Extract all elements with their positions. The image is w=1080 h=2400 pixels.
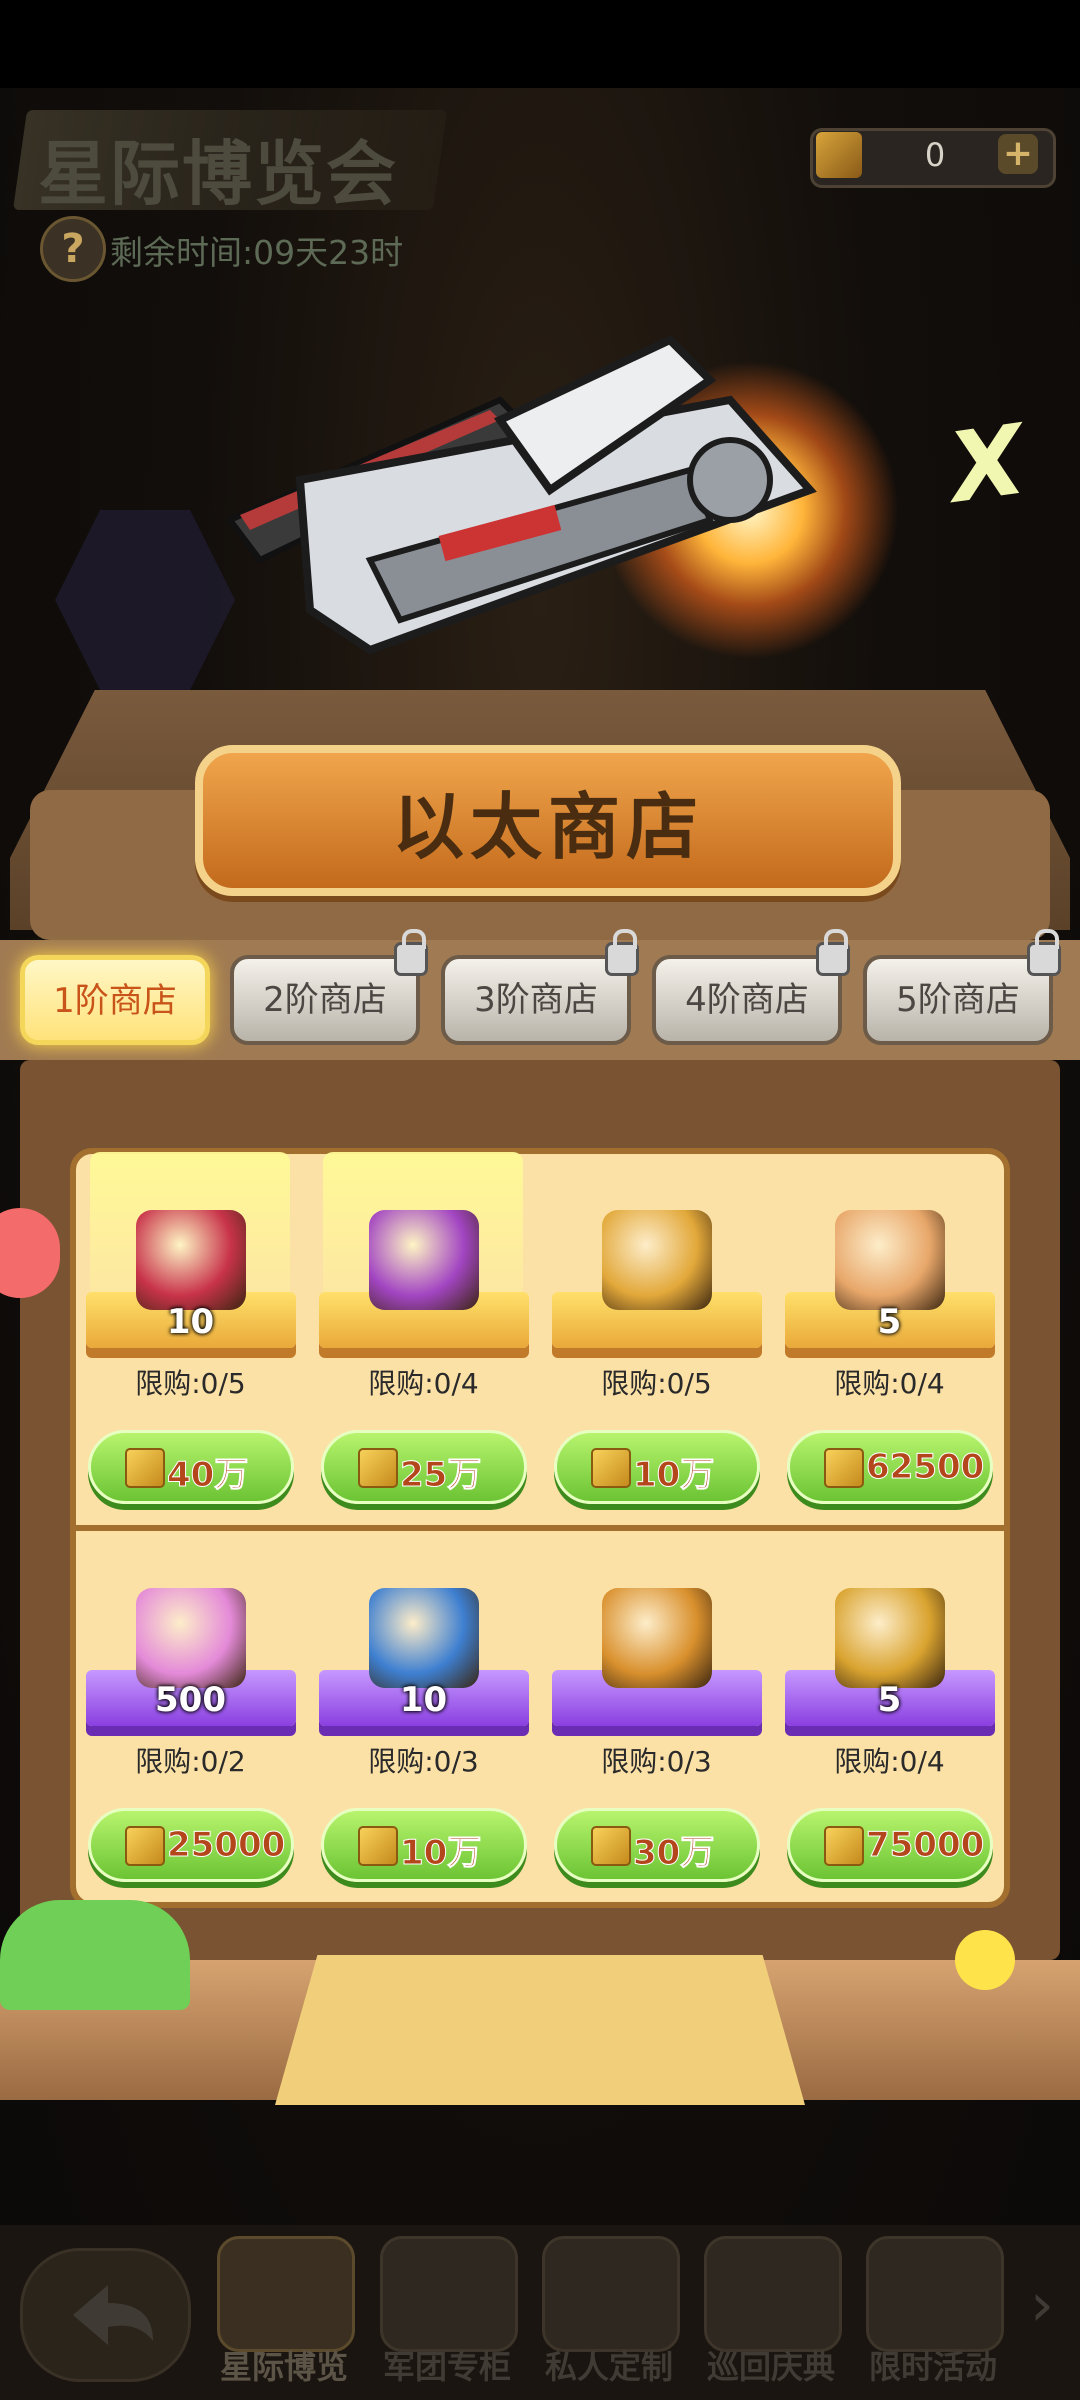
ether-cube-icon <box>125 1826 165 1866</box>
purchase-limit: 限购:0/3 <box>368 1745 479 1778</box>
puzzle-piece-icon <box>835 1210 945 1310</box>
nav-item-label[interactable]: 私人定制 <box>524 2342 694 2388</box>
laser-cannon-icon <box>225 335 817 655</box>
help-icon[interactable]: ? <box>40 216 106 282</box>
buy-button[interactable]: 40万 <box>88 1430 294 1504</box>
back-button[interactable] <box>20 2248 191 2382</box>
price-label: 40万 <box>166 1455 249 1496</box>
ether-cube-icon <box>591 1826 631 1866</box>
lock-icon <box>1027 929 1061 976</box>
buy-button[interactable]: 62500 <box>787 1430 993 1504</box>
buy-button[interactable]: 10万 <box>554 1430 760 1504</box>
price-label: 10万 <box>632 1455 715 1496</box>
chevron-right-icon[interactable]: › <box>1030 2270 1054 2340</box>
ether-cube-icon <box>358 1448 398 1488</box>
price-label: 10万 <box>399 1833 482 1874</box>
purchase-limit: 限购:0/2 <box>135 1745 246 1778</box>
nav-item-icon[interactable] <box>866 2236 1004 2352</box>
price-label: 75000 <box>865 1825 985 1866</box>
buy-button[interactable]: 10万 <box>321 1808 527 1882</box>
shop-item[interactable]: 限购:0/3 30万 <box>540 1530 773 1904</box>
status-bar <box>0 0 1080 88</box>
gift-bundle-icon <box>369 1210 479 1310</box>
item-quantity: 10 <box>166 1302 215 1342</box>
currency-value: 0 <box>924 136 946 174</box>
nav-item-label[interactable]: 限时活动 <box>848 2342 1018 2388</box>
ether-cube-icon <box>358 1826 398 1866</box>
shop-item[interactable]: 限购:0/4 25万 <box>307 1152 540 1526</box>
shop-item[interactable]: 10 限购:0/5 40万 <box>74 1152 307 1526</box>
purchase-limit: 限购:0/5 <box>135 1367 246 1400</box>
nav-item-icon[interactable] <box>380 2236 518 2352</box>
item-quantity: 500 <box>155 1680 226 1720</box>
price-label: 25万 <box>399 1455 482 1496</box>
ether-cube-icon <box>824 1826 864 1866</box>
tab-tier-4[interactable]: 4阶商店 <box>652 955 842 1045</box>
shop-item[interactable]: 10 限购:0/3 10万 <box>307 1530 540 1904</box>
shop-item[interactable]: 5 限购:0/4 62500 <box>773 1152 1006 1526</box>
ether-cube-icon <box>816 132 862 178</box>
shop-title: 以太商店 <box>391 785 704 869</box>
nav-item-icon[interactable] <box>542 2236 680 2352</box>
price-label: 30万 <box>632 1833 715 1874</box>
lock-icon <box>394 929 428 976</box>
shop-item[interactable]: 限购:0/5 10万 <box>540 1152 773 1526</box>
buy-button[interactable]: 25000 <box>88 1808 294 1882</box>
back-arrow-icon <box>73 2285 153 2345</box>
tab-tier-5[interactable]: 5阶商店 <box>863 955 1053 1045</box>
item-quantity: 10 <box>399 1680 448 1720</box>
purchase-limit: 限购:0/5 <box>601 1367 712 1400</box>
add-currency-button[interactable]: + <box>998 134 1038 174</box>
buy-button[interactable]: 30万 <box>554 1808 760 1882</box>
nav-item-icon[interactable] <box>704 2236 842 2352</box>
shop-item[interactable]: 5 限购:0/4 75000 <box>773 1530 1006 1904</box>
purchase-limit: 限购:0/4 <box>834 1745 945 1778</box>
flower-decoration <box>955 1930 1015 1990</box>
close-button[interactable]: X <box>943 403 1032 524</box>
nav-item-label[interactable]: 星际博览 <box>199 2342 369 2388</box>
jeweled-cube-icon <box>369 1588 479 1688</box>
buy-button[interactable]: 25万 <box>321 1430 527 1504</box>
ether-cube-icon <box>125 1448 165 1488</box>
pink-diamond-icon <box>136 1588 246 1688</box>
golden-box-icon <box>602 1588 712 1688</box>
item-quantity: 5 <box>877 1680 902 1720</box>
purchase-limit: 限购:0/3 <box>601 1745 712 1778</box>
purchase-limit: 限购:0/4 <box>368 1367 479 1400</box>
stage-rug <box>275 1955 805 2105</box>
tab-tier-1[interactable]: 1阶商店 <box>20 955 210 1045</box>
purchase-limit: 限购:0/4 <box>834 1367 945 1400</box>
rainbow-key-icon <box>602 1210 712 1310</box>
price-label: 62500 <box>865 1447 985 1488</box>
golden-orb-icon <box>835 1588 945 1688</box>
shop-item[interactable]: 500 限购:0/2 25000 <box>74 1530 307 1904</box>
lock-icon <box>816 929 850 976</box>
nav-item-label[interactable]: 军团专柜 <box>362 2342 532 2388</box>
red-treasure-chest-icon <box>136 1210 246 1310</box>
item-quantity: 5 <box>877 1302 902 1342</box>
tab-tier-3[interactable]: 3阶商店 <box>441 955 631 1045</box>
ether-cube-icon <box>824 1448 864 1488</box>
nav-item-icon[interactable] <box>217 2236 355 2352</box>
remaining-time: 剩余时间:09天23时 <box>110 233 404 272</box>
event-title: 星际博览会 <box>38 133 398 215</box>
buy-button[interactable]: 75000 <box>787 1808 993 1882</box>
price-label: 25000 <box>166 1825 286 1866</box>
tab-tier-2[interactable]: 2阶商店 <box>230 955 420 1045</box>
nav-item-label[interactable]: 巡回庆典 <box>686 2342 856 2388</box>
ether-cube-icon <box>591 1448 631 1488</box>
lock-icon <box>605 929 639 976</box>
bush-decoration <box>0 1900 190 2010</box>
